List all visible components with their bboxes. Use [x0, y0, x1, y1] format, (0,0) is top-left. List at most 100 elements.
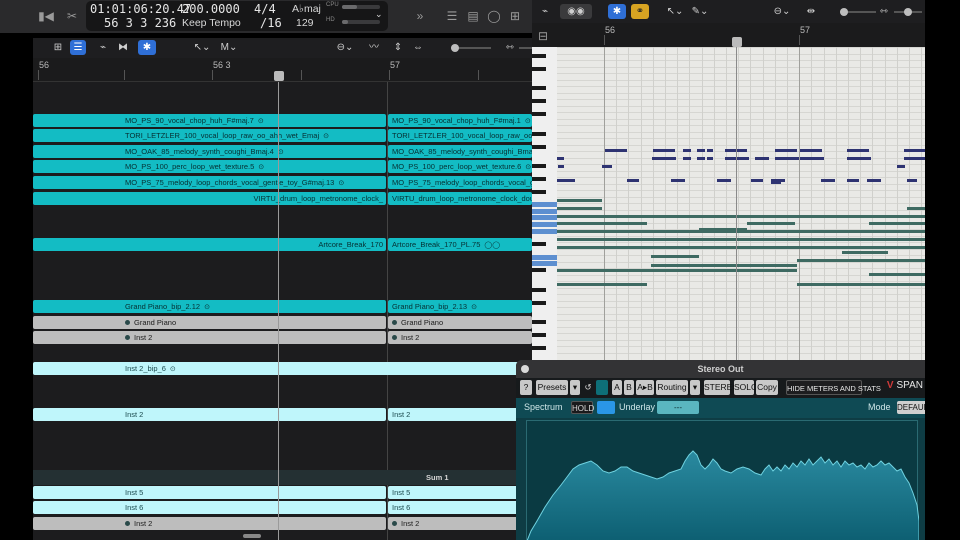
- region-inst2-a[interactable]: Inst 2: [33, 331, 386, 344]
- hold-toggle[interactable]: [597, 401, 615, 414]
- midi-note[interactable]: [683, 157, 691, 160]
- midi-note[interactable]: [557, 269, 797, 272]
- close-button[interactable]: [521, 365, 529, 373]
- black-key[interactable]: [532, 300, 546, 305]
- midi-note[interactable]: [602, 165, 612, 168]
- midi-note[interactable]: [800, 157, 824, 160]
- region-chords-b[interactable]: MO_PS_75_melody_loop_chords_vocal_gen: [388, 176, 532, 189]
- midi-note[interactable]: [800, 149, 822, 152]
- horizontal-zoom-slider[interactable]: [519, 47, 532, 49]
- region-oak-a[interactable]: MO_OAK_85_melody_synth_coughi_Bmaj.4 ⊙: [33, 145, 386, 158]
- region-inst2-light-b[interactable]: Inst 2: [388, 408, 532, 421]
- highlighted-key[interactable]: [532, 222, 557, 227]
- black-key[interactable]: [532, 164, 546, 168]
- midi-note[interactable]: [557, 246, 925, 249]
- midi-note[interactable]: [558, 165, 564, 168]
- midi-note[interactable]: [797, 215, 870, 218]
- lcd-display[interactable]: 01:01:06:20.47 56 3 3 236 200.0000 Keep …: [86, 1, 388, 31]
- midi-note[interactable]: [557, 199, 602, 202]
- midi-note[interactable]: [697, 157, 705, 160]
- region-vocal-chop-a[interactable]: MO_PS_90_vocal_chop_huh_F#maj.7 ⊙: [33, 114, 386, 127]
- chevron-right-double-icon[interactable]: »: [412, 8, 428, 24]
- automation-icon[interactable]: ⌁: [538, 4, 552, 19]
- midi-note[interactable]: [847, 157, 871, 160]
- underlay-select[interactable]: ---: [657, 401, 699, 414]
- black-key[interactable]: [532, 242, 546, 246]
- track-list-icon[interactable]: ☰: [70, 40, 86, 55]
- midi-note[interactable]: [557, 157, 564, 160]
- region-inst2-bip[interactable]: Inst 2_bip_6 ⊙: [33, 362, 532, 375]
- midi-note[interactable]: [917, 149, 923, 152]
- grid-view-icon[interactable]: ⊞: [51, 40, 65, 55]
- midi-note[interactable]: [797, 238, 925, 241]
- library-icon[interactable]: ⊞: [507, 8, 523, 24]
- region-piano-bip-b[interactable]: Grand Piano_bip_2.13 ⊙: [388, 300, 532, 313]
- midi-note[interactable]: [605, 149, 627, 152]
- highlighted-key[interactable]: [532, 229, 557, 234]
- region-inst2-c[interactable]: Inst 2: [33, 517, 386, 530]
- midi-note[interactable]: [907, 207, 925, 210]
- fit-icon[interactable]: ⇿: [503, 40, 517, 55]
- black-key[interactable]: [532, 320, 546, 324]
- region-inst6-b[interactable]: Inst 6: [388, 501, 532, 514]
- region-inst2-b[interactable]: Inst 2: [388, 331, 532, 344]
- region-vocal-chop-b[interactable]: MO_PS_90_vocal_chop_huh_F#maj.1 ⊙: [388, 114, 532, 127]
- midi-in-icon[interactable]: ◉◉: [560, 4, 592, 19]
- highlighted-key[interactable]: [532, 261, 557, 266]
- midi-note[interactable]: [707, 157, 713, 160]
- minus-circle-icon[interactable]: ⊖⌄: [335, 40, 355, 55]
- region-tori-b[interactable]: TORI_LETZLER_100_vocal_loop_raw_oo_ahh: [388, 129, 532, 142]
- region-drum-a[interactable]: VIRTU_drum_loop_metronome_clock_: [33, 192, 386, 205]
- color-swatch[interactable]: [596, 380, 608, 395]
- region-inst2-d[interactable]: Inst 2: [388, 517, 532, 530]
- midi-note[interactable]: [651, 255, 699, 258]
- fit-icon[interactable]: ⇿: [877, 4, 891, 19]
- midi-note[interactable]: [847, 149, 869, 152]
- copy-button[interactable]: Copy: [756, 380, 778, 395]
- midi-note[interactable]: [917, 157, 923, 160]
- pointer-tool-icon[interactable]: ↖⌄: [192, 40, 212, 55]
- black-key[interactable]: [532, 99, 546, 103]
- midi-note[interactable]: [797, 283, 925, 286]
- region-oak-b[interactable]: MO_OAK_85_melody_synth_coughi_Bmaj.5: [388, 145, 532, 158]
- region-grand-piano-b[interactable]: Grand Piano: [388, 316, 532, 329]
- midi-note[interactable]: [699, 228, 747, 231]
- pointer-tool-icon[interactable]: ↖⌄: [665, 4, 685, 19]
- region-tori-a[interactable]: TORI_LETZLER_100_vocal_loop_raw_oo_ahh_w…: [33, 129, 386, 142]
- pencil-tool-icon[interactable]: ✎⌄: [690, 4, 710, 19]
- region-inst6-a[interactable]: Inst 6: [33, 501, 386, 514]
- automation-icon[interactable]: ⌁: [96, 40, 110, 55]
- black-key[interactable]: [532, 346, 546, 350]
- region-inst2-light-a[interactable]: Inst 2: [33, 408, 386, 421]
- midi-note[interactable]: [869, 215, 925, 218]
- presets-chevron-down-icon[interactable]: ▾: [570, 380, 580, 395]
- region-inst5-b[interactable]: Inst 5: [388, 486, 532, 499]
- local-menu-icon[interactable]: ⊟: [535, 28, 551, 44]
- midi-note[interactable]: [707, 149, 713, 152]
- piano-keyboard[interactable]: [532, 47, 557, 360]
- solo-button[interactable]: SOLO: [734, 380, 758, 395]
- highlighted-key[interactable]: [532, 255, 557, 260]
- midi-note[interactable]: [653, 149, 675, 152]
- piano-roll-zoom-knob[interactable]: [840, 8, 848, 16]
- midi-note[interactable]: [751, 179, 763, 182]
- region-perc-a[interactable]: MO_PS_100_perc_loop_wet_texture.5 ⊙: [33, 160, 386, 173]
- midi-note[interactable]: [869, 222, 925, 225]
- black-key[interactable]: [532, 86, 546, 90]
- midi-note[interactable]: [842, 251, 888, 254]
- sum-folder-lane[interactable]: [33, 470, 532, 485]
- midi-note[interactable]: [747, 222, 795, 225]
- midi-note[interactable]: [771, 181, 781, 184]
- horizontal-scrollbar[interactable]: [243, 534, 261, 538]
- scissors-icon[interactable]: ✂: [64, 8, 80, 24]
- region-drum-b[interactable]: VIRTU_drum_loop_metronome_clock_doub: [388, 192, 532, 205]
- midi-note[interactable]: [867, 179, 881, 182]
- catch-icon[interactable]: ✱: [138, 40, 156, 55]
- midi-note[interactable]: [557, 207, 602, 210]
- black-key[interactable]: [532, 268, 546, 272]
- black-key[interactable]: [532, 333, 546, 337]
- search-loop-icon[interactable]: ◯: [486, 8, 502, 24]
- black-key[interactable]: [532, 66, 546, 71]
- region-break-b[interactable]: Artcore_Break_170_PL.75 ◯◯: [388, 238, 532, 251]
- lcd-chevron-down-icon[interactable]: ⌄: [375, 9, 383, 20]
